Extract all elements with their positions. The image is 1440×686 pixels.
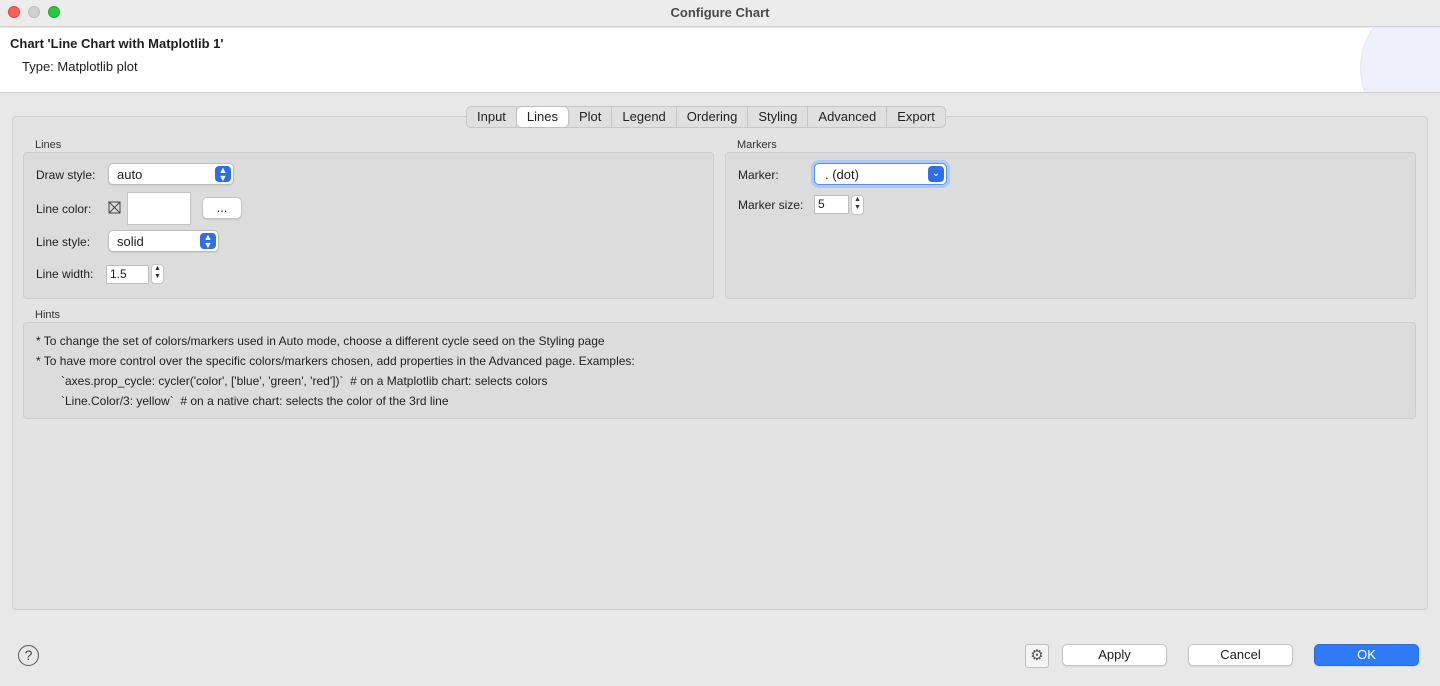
markers-group-title: Markers <box>737 139 777 151</box>
ok-button[interactable]: OK <box>1314 644 1419 666</box>
hint-line: `axes.prop_cycle: cycler('color', ['blue… <box>61 374 548 388</box>
line-color-picker-button[interactable]: ... <box>202 197 242 219</box>
apply-button[interactable]: Apply <box>1062 644 1167 666</box>
select-chevron-icon: ▲ ▼ <box>215 166 231 183</box>
window-titlebar: Configure Chart <box>0 0 1440 27</box>
line-color-label: Line color: <box>36 202 92 216</box>
tab-legend[interactable]: Legend <box>612 107 677 127</box>
hints-group: * To change the set of colors/markers us… <box>23 322 1416 419</box>
hints-group-title: Hints <box>35 309 61 321</box>
marker-label: Marker: <box>738 168 779 182</box>
gear-icon[interactable]: ⚙ <box>1025 644 1049 668</box>
cancel-button[interactable]: Cancel <box>1188 644 1293 666</box>
marker-size-stepper[interactable]: ▲ ▼ <box>851 195 864 215</box>
tab-styling[interactable]: Styling <box>748 107 809 127</box>
no-color-icon <box>108 201 121 214</box>
marker-value: . (dot) <box>825 167 859 182</box>
line-width-input[interactable]: 1.5 <box>106 265 149 284</box>
line-style-value: solid <box>117 234 144 249</box>
line-width-label: Line width: <box>36 267 94 281</box>
help-button[interactable]: ? <box>18 645 39 666</box>
tab-ordering[interactable]: Ordering <box>677 107 749 127</box>
draw-style-label: Draw style: <box>36 168 96 182</box>
header-decoration-accent <box>1360 28 1440 92</box>
tab-export[interactable]: Export <box>887 107 945 127</box>
draw-style-value: auto <box>117 167 143 182</box>
hint-line: * To have more control over the specific… <box>36 354 635 368</box>
marker-size-input[interactable]: 5 <box>814 195 849 214</box>
dialog-header: Chart 'Line Chart with Matplotlib 1' Typ… <box>0 28 1440 93</box>
window-title: Configure Chart <box>670 5 770 20</box>
chevron-down-icon: ⌄ <box>928 166 944 182</box>
tab-advanced[interactable]: Advanced <box>808 107 888 127</box>
tab-bar: Input Lines Plot Legend Ordering Styling… <box>466 106 946 128</box>
lines-group-title: Lines <box>35 139 62 151</box>
marker-size-label: Marker size: <box>738 198 804 212</box>
select-chevron-icon: ▲ ▼ <box>200 233 216 250</box>
tab-plot[interactable]: Plot <box>569 107 613 127</box>
line-style-label: Line style: <box>36 235 91 249</box>
line-width-stepper[interactable]: ▲ ▼ <box>151 264 164 284</box>
dialog-subtitle: Type: Matplotlib plot <box>22 59 138 74</box>
dialog-title: Chart 'Line Chart with Matplotlib 1' <box>10 36 224 51</box>
line-color-swatch[interactable] <box>127 192 191 225</box>
draw-style-select[interactable]: auto ▲ ▼ <box>108 163 234 185</box>
hint-line: * To change the set of colors/markers us… <box>36 334 605 348</box>
tab-input[interactable]: Input <box>467 107 517 127</box>
marker-select[interactable]: . (dot) ⌄ <box>814 163 947 185</box>
tab-lines[interactable]: Lines <box>516 107 569 127</box>
line-style-select[interactable]: solid ▲ ▼ <box>108 230 219 252</box>
hint-line: `Line.Color/3: yellow` # on a native cha… <box>61 394 449 408</box>
